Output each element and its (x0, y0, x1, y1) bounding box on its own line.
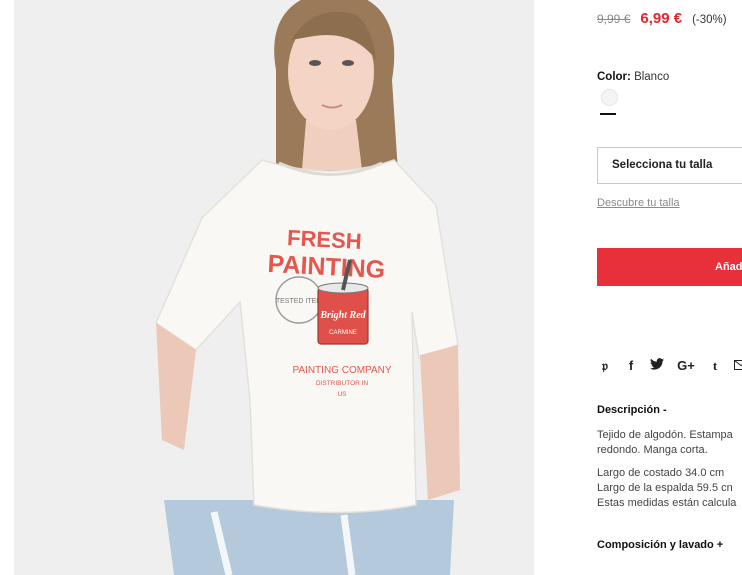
sale-price: 6,99 € (640, 10, 683, 27)
add-to-cart-button[interactable]: Añad (597, 248, 742, 286)
print-small-1: DISTRIBUTOR IN (316, 380, 369, 387)
description-line-1: Tejido de algodón. Estampa (597, 429, 733, 441)
selected-swatch-indicator (600, 113, 616, 115)
old-price: 9,99 € (597, 12, 631, 26)
product-image[interactable]: FRESH PAINTING TESTED ITEM Bright Red CA… (14, 0, 534, 575)
google-plus-icon[interactable]: G+ (676, 358, 696, 374)
size-guide-link[interactable]: Descubre tu talla (597, 197, 680, 209)
size-select[interactable]: Selecciona tu talla (597, 147, 742, 184)
color-label: Color: Blanco (597, 71, 669, 83)
facebook-icon[interactable]: f (624, 358, 638, 374)
add-to-cart-label: Añad (715, 261, 742, 273)
share-bar: 𝔭 f G+ t (598, 358, 742, 374)
print-can-brand: Bright Red (319, 310, 366, 321)
description-title[interactable]: Descripción - (597, 404, 667, 416)
description-line-2: redondo. Manga corta. (597, 444, 708, 456)
print-small-2: US (337, 391, 347, 398)
print-can-sub: CARMINE (329, 330, 357, 336)
size-select-placeholder: Selecciona tu talla (612, 159, 713, 171)
color-label-key: Color: (597, 71, 631, 83)
description-line-4: Largo de la espalda 59.5 cn (597, 482, 733, 494)
print-company: PAINTING COMPANY (292, 365, 391, 376)
composition-toggle[interactable]: Composición y lavado + (597, 539, 723, 551)
print-line-1: FRESH (287, 225, 363, 254)
description-line-5: Estas medidas están calcula (597, 497, 737, 509)
pinterest-icon[interactable]: 𝔭 (598, 358, 612, 374)
email-icon[interactable] (734, 358, 742, 374)
print-badge: TESTED ITEM (276, 298, 322, 305)
description-line-3: Largo de costado 34.0 cm (597, 467, 725, 479)
tumblr-icon[interactable]: t (708, 358, 722, 374)
price-block: 9,99 € 6,99 € (-30%) (597, 10, 727, 27)
color-value: Blanco (634, 71, 670, 83)
discount-badge: (-30%) (692, 14, 727, 26)
twitter-icon[interactable] (650, 358, 664, 374)
color-swatch-white[interactable] (601, 89, 618, 106)
